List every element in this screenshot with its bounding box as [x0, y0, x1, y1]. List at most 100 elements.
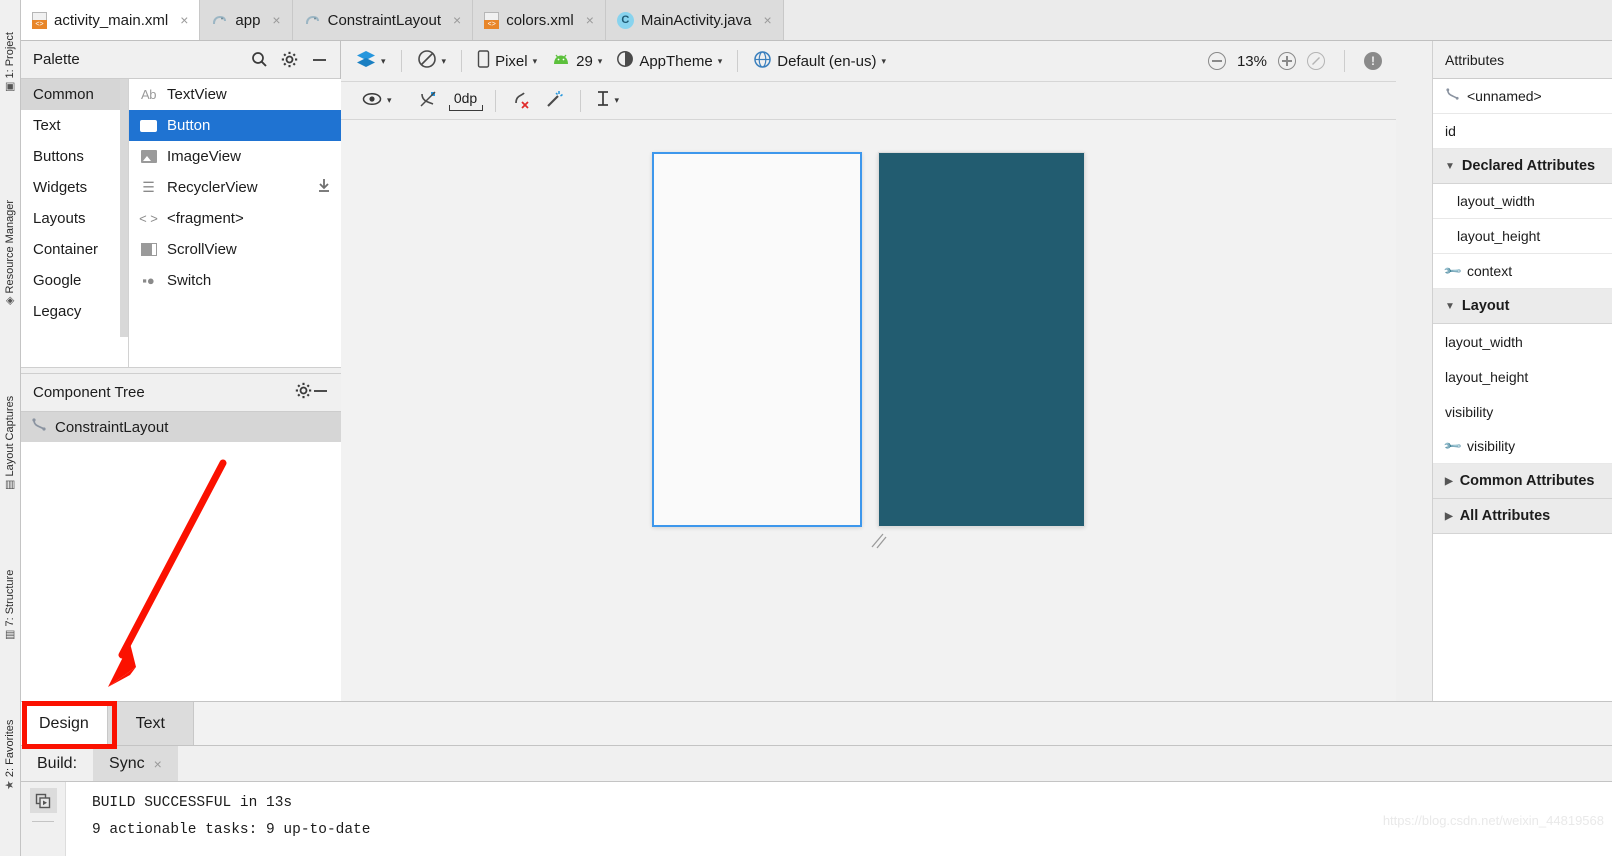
palette-category-common[interactable]: Common	[21, 79, 128, 110]
download-icon[interactable]	[317, 178, 331, 197]
close-icon[interactable]: ×	[764, 12, 772, 28]
close-icon[interactable]: ×	[154, 756, 162, 772]
sidebar-item-favorites[interactable]: ★ 2: Favorites	[0, 720, 20, 790]
palette-item-fragment[interactable]: < > <fragment>	[129, 203, 341, 234]
palette-item-imageview[interactable]: ImageView	[129, 141, 341, 172]
clear-constraints-icon	[511, 89, 531, 113]
gear-icon[interactable]	[281, 51, 298, 68]
orientation-button[interactable]: ▾	[410, 46, 454, 76]
resize-handle-icon[interactable]	[869, 532, 891, 550]
palette-item-label: TextView	[167, 86, 227, 103]
tab-text[interactable]: Text	[107, 702, 194, 745]
locale-selector[interactable]: Default (en-us) ▾	[746, 47, 893, 76]
palette-category-scrollbar[interactable]	[120, 79, 128, 337]
close-icon[interactable]: ×	[586, 12, 594, 28]
visibility-button[interactable]: ▾	[355, 89, 399, 113]
tab-design[interactable]: Design	[21, 702, 108, 745]
close-icon[interactable]: ×	[453, 12, 461, 28]
attribute-label: layout_width	[1457, 193, 1535, 209]
device-selector[interactable]: Pixel ▾	[470, 47, 544, 75]
palette-category-legacy[interactable]: Legacy	[21, 296, 128, 327]
margin-icon	[448, 105, 483, 111]
editor-tab-activity-main-xml[interactable]: activity_main.xml ×	[21, 0, 201, 40]
api-level-label: 29	[576, 52, 593, 70]
infer-constraints-button[interactable]	[538, 86, 572, 116]
attribute-row-context[interactable]: 🔧 context	[1433, 254, 1612, 289]
sidebar-item-label: 7: Structure	[4, 569, 16, 627]
console-output: BUILD SUCCESSFUL in 13s 9 actionable tas…	[66, 782, 1612, 856]
attribute-row-id[interactable]: id	[1433, 114, 1612, 149]
attribute-label: visibility	[1466, 438, 1516, 454]
gear-icon[interactable]	[295, 382, 312, 403]
attributes-selected-component[interactable]: <unnamed>	[1433, 79, 1612, 114]
issue-warning-icon[interactable]: !	[1364, 52, 1382, 70]
sidebar-item-project[interactable]: ▣ 1: Project	[0, 32, 20, 92]
zoom-fit-icon[interactable]	[1307, 52, 1325, 70]
sidebar-item-resource-manager[interactable]: ◈ Resource Manager	[0, 200, 20, 305]
design-mode-button[interactable]: ▾	[349, 47, 393, 75]
editor-tab-mainactivity-java[interactable]: C MainActivity.java ×	[605, 0, 784, 40]
default-margin-button[interactable]: 0dp	[448, 90, 483, 111]
sidebar-item-layout-captures[interactable]: ▤ Layout Captures	[0, 396, 20, 490]
close-icon[interactable]: ×	[180, 12, 188, 28]
attribute-row-layout-width[interactable]: layout_width	[1433, 324, 1612, 359]
attribute-row-tools-visibility[interactable]: 🔧 visibility	[1433, 429, 1612, 464]
close-icon[interactable]: ×	[272, 12, 280, 28]
attribute-section-layout[interactable]: ▼ Layout	[1433, 289, 1612, 324]
search-icon[interactable]	[251, 51, 268, 68]
palette-category-text[interactable]: Text	[21, 110, 128, 141]
attribute-row-layout-height[interactable]: layout_height	[1433, 359, 1612, 394]
component-tree-body: ConstraintLayout	[21, 412, 341, 701]
console-line: BUILD SUCCESSFUL in 13s	[92, 795, 293, 811]
toolbar-separator	[737, 50, 739, 72]
zoom-in-icon[interactable]	[1278, 52, 1296, 70]
palette-item-button[interactable]: Button	[129, 110, 341, 141]
palette-category-google[interactable]: Google	[21, 265, 128, 296]
scrollview-icon	[139, 243, 158, 256]
restart-icon[interactable]	[29, 788, 57, 813]
blueprint-preview[interactable]	[652, 152, 862, 527]
editor-tab-app[interactable]: app ×	[200, 0, 293, 40]
switch-icon: ▪●	[142, 273, 155, 288]
attribute-section-common-attributes[interactable]: ▶ Common Attributes	[1433, 464, 1612, 499]
theme-selector[interactable]: AppTheme ▾	[609, 47, 729, 75]
attribute-label: visibility	[1445, 403, 1494, 420]
design-toolbar-row2: ▾ 0dp ▾	[341, 82, 1396, 120]
component-tree-node-constraintlayout[interactable]: ConstraintLayout	[21, 412, 341, 442]
minimize-icon[interactable]	[312, 382, 329, 403]
palette-item-list: Ab TextView Button ImageView ☰ RecyclerV…	[129, 79, 341, 367]
attribute-row-layout-height-declared[interactable]: layout_height	[1433, 219, 1612, 254]
api-level-selector[interactable]: 29 ▾	[544, 50, 609, 73]
attribute-row-visibility[interactable]: visibility	[1433, 394, 1612, 429]
left-tool-window-strip: ▣ 1: Project ◈ Resource Manager ▤ Layout…	[0, 0, 21, 856]
palette-item-textview[interactable]: Ab TextView	[129, 79, 341, 110]
imageview-icon	[139, 150, 158, 163]
editor-tab-constraintlayout[interactable]: ConstraintLayout ×	[292, 0, 474, 40]
panel-splitter[interactable]	[21, 367, 341, 374]
palette-category-container[interactable]: Container	[21, 234, 128, 265]
attribute-section-all-attributes[interactable]: ▶ All Attributes	[1433, 499, 1612, 534]
bottom-tab-build[interactable]: Build:	[21, 746, 93, 781]
guidelines-button[interactable]: ▾	[589, 87, 627, 115]
palette-category-widgets[interactable]: Widgets	[21, 172, 128, 203]
palette-item-switch[interactable]: ▪● Switch	[129, 265, 341, 296]
palette-category-buttons[interactable]: Buttons	[21, 141, 128, 172]
minimize-icon[interactable]	[311, 51, 328, 68]
palette-item-recyclerview[interactable]: ☰ RecyclerView	[129, 172, 341, 203]
autoconnect-button[interactable]	[411, 86, 445, 116]
sidebar-item-structure[interactable]: ▥ 7: Structure	[0, 570, 20, 640]
clear-constraints-button[interactable]	[504, 86, 538, 116]
eye-icon	[362, 92, 382, 110]
attribute-section-declared-attributes[interactable]: ▼ Declared Attributes	[1433, 149, 1612, 184]
theme-icon	[616, 50, 634, 72]
gutter-divider	[32, 821, 54, 822]
zoom-out-icon[interactable]	[1207, 52, 1226, 70]
palette-item-scrollview[interactable]: ScrollView	[129, 234, 341, 265]
palette-category-layouts[interactable]: Layouts	[21, 203, 128, 234]
palette-header: Palette	[21, 41, 340, 79]
design-canvas[interactable]	[341, 120, 1396, 701]
bottom-tab-sync[interactable]: Sync ×	[93, 746, 178, 781]
attribute-row-layout-width-declared[interactable]: layout_width	[1433, 184, 1612, 219]
editor-tab-colors-xml[interactable]: colors.xml ×	[473, 0, 606, 40]
rendered-preview[interactable]	[878, 152, 1085, 527]
